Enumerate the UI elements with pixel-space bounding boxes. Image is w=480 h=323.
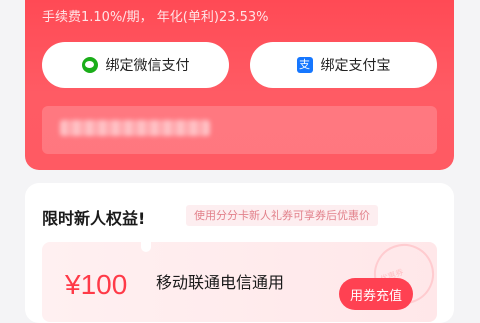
bind-alipay-button[interactable]: 支 绑定支付宝	[250, 42, 437, 88]
masked-account-text	[60, 120, 210, 136]
benefits-title: 限时新人权益!	[42, 209, 146, 228]
bind-alipay-label: 绑定支付宝	[320, 58, 391, 74]
benefits-tip-badge: 使用分分卡新人礼券可享券后优惠价	[186, 205, 378, 226]
coupon-amount: ¥100	[65, 269, 128, 300]
coupon-notch	[141, 242, 151, 252]
bind-wechat-pay-label: 绑定微信支付	[105, 58, 190, 74]
fee-rate-text: 手续费1.10%/期， 年化(单利)23.53%	[42, 10, 269, 25]
recharge-coupon: ¥100 移动联通电信通用 优惠券 用券充值	[42, 235, 443, 322]
use-coupon-recharge-button[interactable]: 用券充值	[339, 278, 413, 310]
alipay-icon: 支	[296, 57, 313, 73]
payment-binding-card: 手续费1.10%/期， 年化(单利)23.53% 绑定微信支付 支 绑定支付宝	[25, 0, 454, 170]
wechat-pay-icon	[81, 57, 98, 73]
new-user-benefits-card: 限时新人权益! 使用分分卡新人礼券可享券后优惠价 ¥100 移动联通电信通用 优…	[25, 183, 454, 323]
masked-account-panel	[42, 106, 437, 154]
bind-wechat-pay-button[interactable]: 绑定微信支付	[42, 42, 229, 88]
coupon-description: 移动联通电信通用	[156, 273, 285, 292]
